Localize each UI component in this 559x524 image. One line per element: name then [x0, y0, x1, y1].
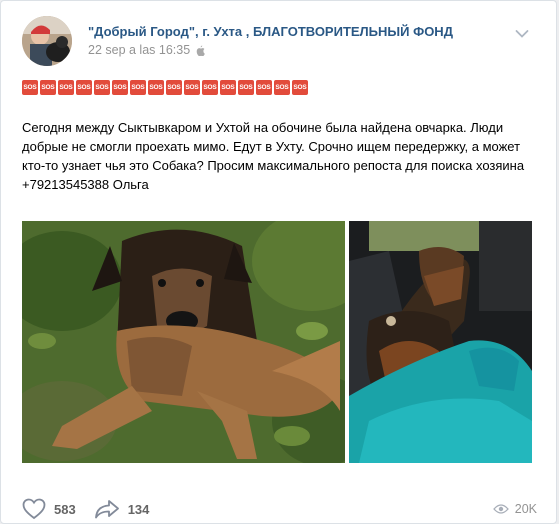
- sos-badge: SOS: [166, 80, 182, 95]
- photo-dog-car[interactable]: [349, 221, 532, 463]
- share-button[interactable]: 134: [94, 499, 150, 519]
- sos-badge: SOS: [112, 80, 128, 95]
- sos-badge: SOS: [22, 80, 38, 95]
- sos-badge: SOS: [274, 80, 290, 95]
- apple-icon: [196, 45, 205, 56]
- sos-badge: SOS: [94, 80, 110, 95]
- chevron-down-icon[interactable]: [515, 29, 529, 39]
- sos-badge: SOS: [76, 80, 92, 95]
- heart-icon: [22, 498, 46, 520]
- post-meta: 22 sep a las 16:35: [88, 43, 205, 57]
- sos-badge: SOS: [238, 80, 254, 95]
- post-actions: 583 134 20K: [22, 498, 537, 520]
- sos-badge: SOS: [256, 80, 272, 95]
- post-text: Сегодня между Сыктывкаром и Ухтой на обо…: [22, 118, 537, 194]
- sos-emoji-row: SOS SOS SOS SOS SOS SOS SOS SOS SOS SOS SOS SOS SOS S…: [22, 80, 308, 95]
- sos-badge: SOS: [220, 80, 236, 95]
- avatar[interactable]: [22, 16, 72, 66]
- post-card: "Добрый Город", г. Ухта , БЛАГОТВОРИТЕЛЬ…: [0, 0, 557, 524]
- post-text-contact: +79213545388 Ольга: [22, 177, 149, 192]
- post-text-body: Сегодня между Сыктывкаром и Ухтой на обо…: [22, 120, 525, 173]
- like-button[interactable]: 583: [22, 498, 76, 520]
- sos-badge: SOS: [202, 80, 218, 95]
- photo-dog-grass[interactable]: [22, 221, 345, 463]
- sos-badge: SOS: [130, 80, 146, 95]
- eye-icon: [492, 504, 509, 514]
- sos-badge: SOS: [292, 80, 308, 95]
- sos-badge: SOS: [58, 80, 74, 95]
- views-counter: 20K: [492, 502, 537, 516]
- sos-badge: SOS: [184, 80, 200, 95]
- share-count: 134: [127, 501, 150, 517]
- post-date[interactable]: 22 sep a las 16:35: [88, 43, 190, 57]
- sos-badge: SOS: [40, 80, 56, 95]
- share-icon: [94, 500, 119, 519]
- like-count: 583: [54, 501, 76, 517]
- author-link[interactable]: "Добрый Город", г. Ухта , БЛАГОТВОРИТЕЛЬ…: [88, 24, 453, 39]
- sos-badge: SOS: [148, 80, 164, 95]
- views-count: 20K: [514, 502, 537, 516]
